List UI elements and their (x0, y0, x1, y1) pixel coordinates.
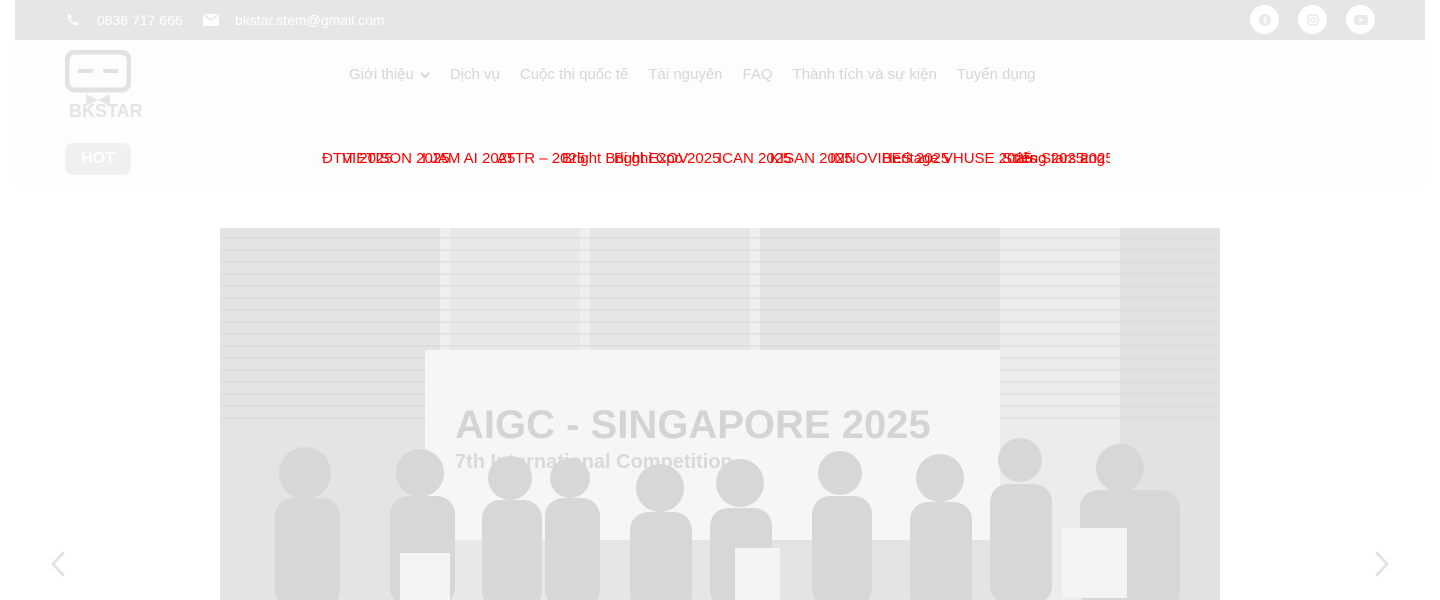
banner-title: AIGC - SINGAPORE 2025 (455, 403, 931, 447)
instagram-link[interactable] (1298, 5, 1327, 34)
nav-thanh-tich[interactable]: Thành tích và sự kiện (793, 66, 937, 83)
hot-news-ticker: ĐTIT 2025 VIETISON 2025 I JAM AI 2025 AT… (322, 148, 1110, 170)
nav-label: Cuộc thi quốc tế (519, 66, 629, 83)
nav-tuyen-dung[interactable]: Tuyển dụng (957, 66, 1036, 83)
nav-dich-vu[interactable]: Dịch vụ (450, 66, 500, 83)
chevron-down-icon (420, 66, 430, 83)
phone-number: 0836 717 666 (97, 12, 183, 28)
slider-next-button[interactable] (1370, 548, 1394, 584)
email-address: bkstar.stem@gmail.com (235, 12, 385, 28)
hero-slider[interactable]: AIGC - SINGAPORE 2025 7th International … (220, 228, 1220, 600)
facebook-link[interactable] (1250, 5, 1279, 34)
logo-wordmark: BKSTAR (69, 101, 143, 121)
chevron-left-icon (50, 550, 66, 583)
slider-prev-button[interactable] (46, 548, 70, 584)
ticker-item[interactable]: ang 202 (1080, 150, 1110, 167)
ticker-item[interactable]: Bị ghi COV (614, 150, 688, 167)
ticker-item[interactable]: tiếng 2025 (1014, 150, 1084, 167)
nav-label: Dịch vụ (449, 66, 500, 83)
nav-tai-nguyen[interactable]: Tài nguyên (648, 66, 722, 83)
nav-cuoc-thi-quoc-te[interactable]: Cuộc thi quốc tế (520, 66, 628, 83)
site-header: BKSTAR Giới thiệu Dịch vụ Cuộc thi quốc … (15, 40, 1425, 188)
top-bar: 0836 717 666 bkstar.stem@gmail.com (15, 0, 1425, 40)
youtube-link[interactable] (1346, 5, 1375, 34)
chevron-right-icon (1374, 550, 1390, 583)
main-nav: Giới thiệu Dịch vụ Cuộc thi quốc tế Tài … (349, 66, 1056, 83)
nav-label: Giới thiệu (349, 66, 414, 83)
email-contact[interactable]: bkstar.stem@gmail.com (203, 0, 385, 40)
nav-faq[interactable]: FAQ (743, 66, 773, 83)
nav-label: Tuyển dụng (956, 66, 1036, 83)
social-links (1250, 5, 1375, 34)
phone-icon (65, 12, 81, 28)
youtube-icon (1353, 14, 1368, 25)
nav-label: Thành tích và sự kiện (792, 66, 937, 83)
nav-label: FAQ (742, 66, 773, 83)
nav-label: Tài nguyên (648, 66, 723, 83)
envelope-icon (203, 12, 219, 28)
hot-badge: HOT (65, 143, 131, 175)
facebook-icon (1258, 13, 1271, 26)
nav-gioi-thieu[interactable]: Giới thiệu (349, 66, 430, 83)
instagram-icon (1306, 13, 1319, 26)
hero-photo: AIGC - SINGAPORE 2025 7th International … (220, 228, 1220, 600)
phone-contact[interactable]: 0836 717 666 (65, 0, 183, 40)
